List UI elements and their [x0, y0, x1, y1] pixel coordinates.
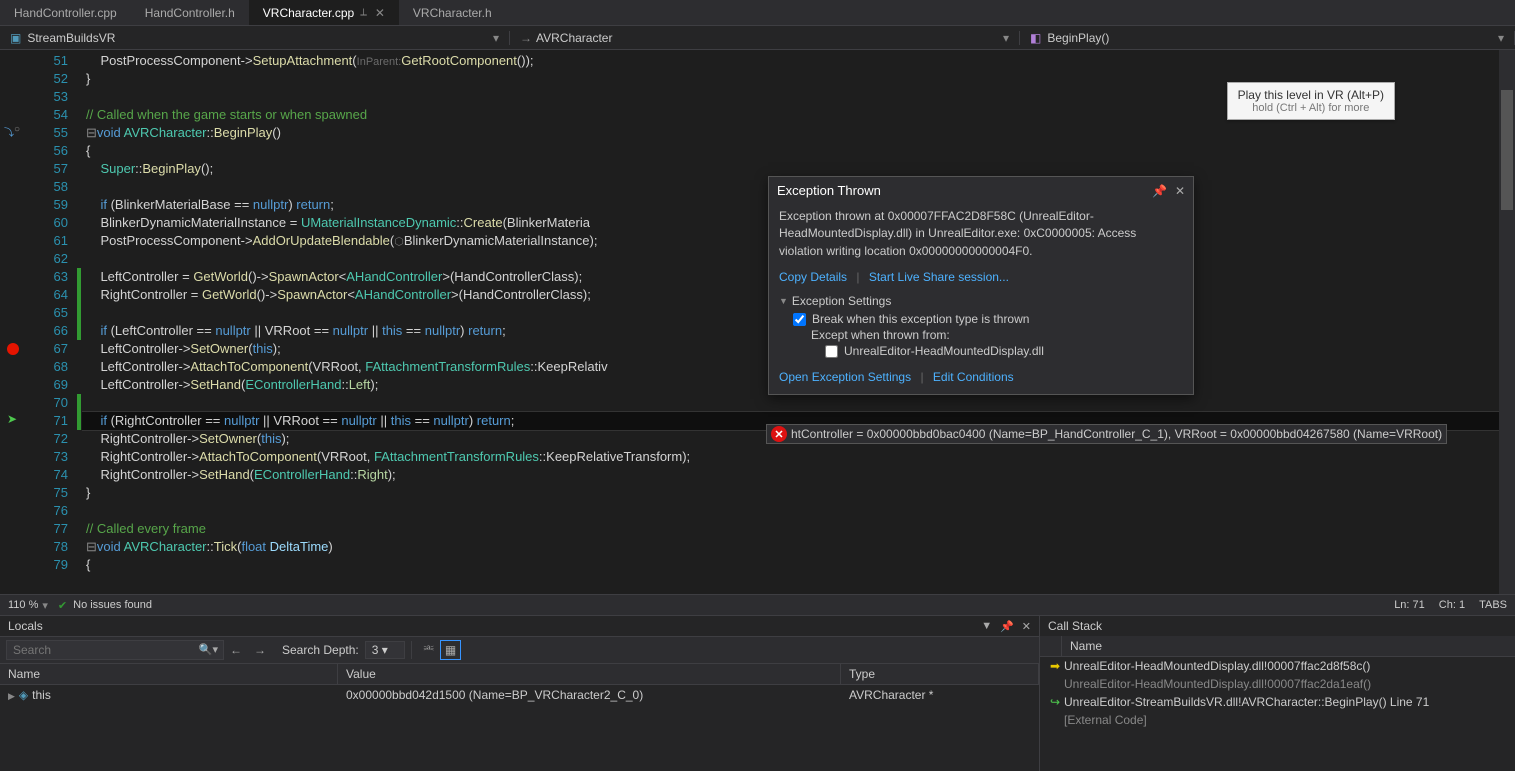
nav-project[interactable]: ▣StreamBuildsVR▾: [0, 31, 510, 45]
navigation-bar: ▣StreamBuildsVR▾ →AVRCharacter▾ ◧BeginPl…: [0, 26, 1515, 50]
nav-member[interactable]: ◧BeginPlay()▾: [1020, 31, 1515, 45]
editor-margin[interactable]: ⤵○➤: [0, 50, 26, 594]
code-line[interactable]: RightController->SetHand(EControllerHand…: [82, 466, 1515, 484]
code-line[interactable]: ⊟void AVRCharacter::Tick(float DeltaTime…: [82, 538, 1515, 556]
datatip-text: htController = 0x00000bbd0bac0400 (Name=…: [791, 427, 1442, 441]
chevron-down-icon[interactable]: ▼: [981, 620, 992, 632]
pin-icon[interactable]: 📌: [1152, 184, 1167, 198]
except-dll-checkbox[interactable]: UnrealEditor-HeadMountedDisplay.dll: [825, 344, 1044, 358]
tabs-indicator[interactable]: TABS: [1479, 599, 1507, 611]
nav-back-button[interactable]: ←: [224, 643, 248, 657]
scrollbar-thumb[interactable]: [1501, 90, 1513, 210]
edit-conditions-link[interactable]: Edit Conditions: [933, 370, 1014, 384]
callstack-row[interactable]: ↪UnrealEditor-StreamBuildsVR.dll!AVRChar…: [1040, 693, 1515, 711]
code-line[interactable]: }: [82, 484, 1515, 502]
locals-row[interactable]: ▶◈this0x00000bbd042d1500 (Name=BP_VRChar…: [0, 685, 1039, 705]
code-lens-icon[interactable]: ⤵: [4, 124, 14, 139]
col-indicator[interactable]: Ch: 1: [1439, 599, 1465, 611]
live-share-link[interactable]: Start Live Share session...: [869, 270, 1009, 284]
callstack-row[interactable]: UnrealEditor-HeadMountedDisplay.dll!0000…: [1040, 675, 1515, 693]
method-icon: ◧: [1030, 31, 1041, 45]
search-icon[interactable]: 🔍▾: [199, 643, 218, 656]
project-icon: ▣: [10, 31, 21, 45]
code-line[interactable]: [82, 502, 1515, 520]
chevron-down-icon: ▾: [1003, 31, 1009, 45]
nav-class[interactable]: →AVRCharacter▾: [510, 31, 1020, 45]
col-type[interactable]: Type: [841, 664, 1039, 684]
open-exception-settings-link[interactable]: Open Exception Settings: [779, 370, 911, 384]
expand-icon[interactable]: ▶: [8, 691, 15, 701]
col-value[interactable]: Value: [338, 664, 841, 684]
bottom-panels: Locals ▼ 📌 ✕ 🔍▾ ← → Search Depth: 3 ▾ ⎃ …: [0, 615, 1515, 771]
locals-toolbar: 🔍▾ ← → Search Depth: 3 ▾ ⎃ ▦: [0, 636, 1039, 664]
line-indicator[interactable]: Ln: 71: [1394, 599, 1425, 611]
tab-handcontroller-cpp[interactable]: HandController.cpp: [0, 0, 131, 25]
debug-datatip: ✕ htController = 0x00000bbd0bac0400 (Nam…: [766, 424, 1447, 444]
issues-label: No issues found: [73, 599, 152, 611]
callstack-title: Call Stack: [1048, 619, 1102, 633]
depth-select[interactable]: 3 ▾: [365, 641, 405, 659]
check-icon: ✔: [58, 599, 67, 612]
copy-details-link[interactable]: Copy Details: [779, 270, 847, 284]
chevron-down-icon: ▾: [493, 31, 499, 45]
close-icon[interactable]: ✕: [1175, 184, 1185, 198]
break-checkbox[interactable]: Break when this exception type is thrown: [793, 312, 1183, 326]
locals-search[interactable]: 🔍▾: [6, 640, 224, 660]
chevron-down-icon: ▾: [1498, 31, 1504, 45]
callstack-header: Name: [1040, 636, 1515, 657]
exception-title: Exception Thrown: [777, 183, 881, 198]
tab-vrcharacter-h[interactable]: VRCharacter.h: [399, 0, 506, 25]
exception-message: Exception thrown at 0x00007FFAC2D8F58C (…: [769, 204, 1193, 268]
except-from-label: Except when thrown from:: [811, 328, 1183, 342]
depth-label: Search Depth:: [282, 643, 359, 657]
exception-settings-header: Exception Settings: [792, 294, 891, 308]
variable-icon: ◈: [19, 688, 28, 702]
tab-handcontroller-h[interactable]: HandController.h: [131, 0, 249, 25]
code-line[interactable]: {: [82, 142, 1515, 160]
search-input[interactable]: [6, 640, 224, 660]
filter-icon[interactable]: ⎃: [418, 643, 440, 658]
tab-vrcharacter-cpp[interactable]: VRCharacter.cpp⟂✕: [249, 0, 399, 25]
code-line[interactable]: ⊟void AVRCharacter::BeginPlay(): [82, 124, 1515, 142]
zoom-level[interactable]: 110 % ▾: [8, 599, 48, 612]
callstack-row[interactable]: ➡UnrealEditor-HeadMountedDisplay.dll!000…: [1040, 657, 1515, 675]
code-line[interactable]: {: [82, 556, 1515, 574]
view-toggle-icon[interactable]: ▦: [440, 640, 461, 660]
vertical-scrollbar[interactable]: [1499, 50, 1515, 594]
code-line[interactable]: // Called every frame: [82, 520, 1515, 538]
locals-title: Locals: [8, 619, 43, 633]
breakpoint[interactable]: [7, 343, 19, 355]
close-icon[interactable]: ✕: [375, 6, 385, 20]
execution-arrow-icon: ➤: [7, 412, 17, 426]
callstack-panel: Call Stack Name ➡UnrealEditor-HeadMounte…: [1040, 616, 1515, 771]
callstack-rows: ➡UnrealEditor-HeadMountedDisplay.dll!000…: [1040, 657, 1515, 729]
chevron-down-icon[interactable]: ▼: [779, 296, 788, 306]
code-line[interactable]: RightController->AttachToComponent(VRRoo…: [82, 448, 1515, 466]
col-name[interactable]: Name: [0, 664, 338, 684]
line-numbers: 5152535455565758596061626364656667686970…: [26, 50, 76, 594]
error-icon: ✕: [771, 426, 787, 442]
play-vr-tooltip: Play this level in VR (Alt+P) hold (Ctrl…: [1227, 82, 1395, 120]
code-line[interactable]: [82, 394, 1515, 412]
locals-header: Name Value Type: [0, 664, 1039, 685]
close-icon[interactable]: ✕: [1022, 620, 1031, 633]
arrow-right-icon: →: [520, 31, 532, 45]
tooltip-title: Play this level in VR (Alt+P): [1238, 88, 1384, 102]
locals-rows: ▶◈this0x00000bbd042d1500 (Name=BP_VRChar…: [0, 685, 1039, 705]
document-tabs: HandController.cpp HandController.h VRCh…: [0, 0, 1515, 26]
chevron-down-icon: ▾: [42, 599, 48, 612]
locals-panel: Locals ▼ 📌 ✕ 🔍▾ ← → Search Depth: 3 ▾ ⎃ …: [0, 616, 1040, 771]
status-bar: 110 % ▾ ✔ No issues found Ln: 71 Ch: 1 T…: [0, 594, 1515, 615]
col-name[interactable]: Name: [1062, 636, 1515, 656]
pin-icon[interactable]: ⟂: [360, 7, 367, 18]
exception-popup: Exception Thrown 📌 ✕ Exception thrown at…: [768, 176, 1194, 395]
nav-fwd-button[interactable]: →: [248, 643, 272, 657]
tooltip-sub: hold (Ctrl + Alt) for more: [1238, 102, 1384, 114]
code-editor[interactable]: ⤵○➤ 515253545556575859606162636465666768…: [0, 50, 1515, 594]
pin-icon[interactable]: 📌: [1000, 620, 1014, 633]
code-line[interactable]: PostProcessComponent->SetupAttachment(In…: [82, 52, 1515, 70]
callstack-row[interactable]: [External Code]: [1040, 711, 1515, 729]
